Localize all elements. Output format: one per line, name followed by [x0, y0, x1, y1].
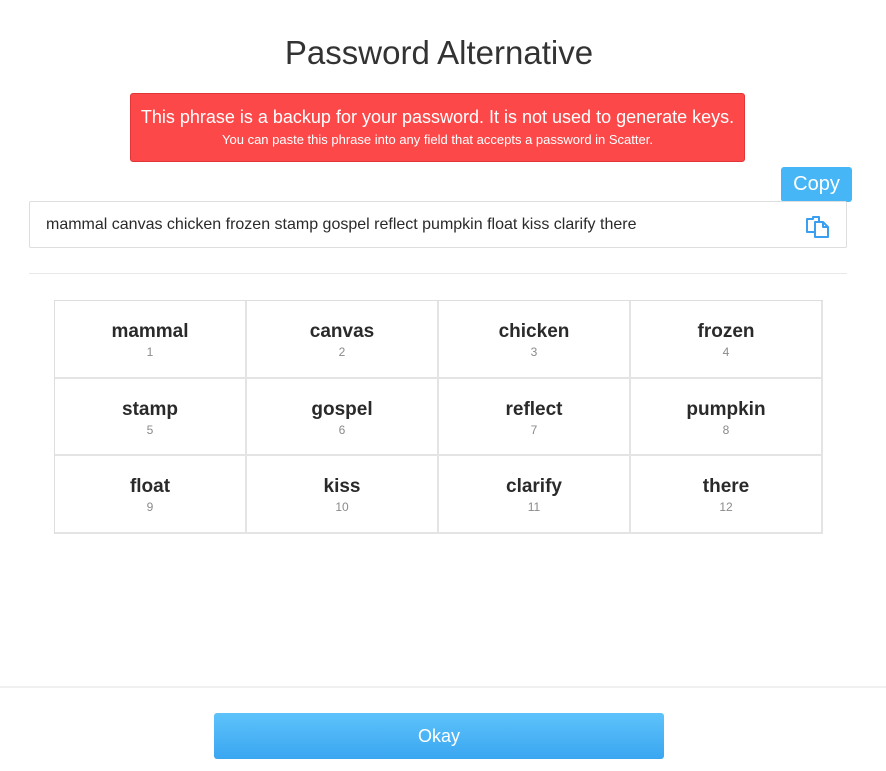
divider	[29, 273, 847, 274]
word-label: pumpkin	[686, 398, 766, 420]
word-label: there	[702, 476, 750, 498]
word-index: 3	[530, 345, 538, 359]
word-label: frozen	[697, 321, 755, 342]
phrase-text: mammal canvas chicken frozen stamp gospe…	[46, 216, 637, 233]
warning-secondary-text: You can paste this phrase into any field…	[222, 132, 653, 147]
word-grid: mammal 1 canvas 2 chicken 3 frozen 4 sta…	[54, 300, 823, 534]
word-cell: pumpkin 8	[631, 378, 823, 457]
word-index: 8	[722, 422, 730, 437]
word-label: kiss	[323, 476, 361, 498]
word-cell: stamp 5	[55, 378, 247, 457]
word-index: 12	[719, 500, 733, 515]
warning-banner: This phrase is a backup for your passwor…	[130, 93, 745, 162]
word-cell: gospel 6	[247, 378, 439, 457]
word-cell: chicken 3	[439, 301, 631, 379]
word-cell: reflect 7	[439, 378, 631, 457]
word-cell: kiss 10	[247, 456, 439, 534]
word-label: clarify	[506, 476, 562, 498]
word-label: mammal	[111, 321, 189, 342]
copy-icon[interactable]	[804, 213, 832, 239]
phrase-field[interactable]: mammal canvas chicken frozen stamp gospe…	[29, 201, 847, 248]
warning-primary-text: This phrase is a backup for your passwor…	[140, 107, 735, 127]
word-cell: mammal 1	[55, 301, 247, 379]
word-cell: there 12	[631, 456, 823, 534]
okay-button[interactable]: Okay	[214, 713, 664, 759]
word-index: 5	[146, 422, 154, 437]
word-cell: canvas 2	[247, 301, 439, 379]
word-index: 1	[146, 345, 154, 359]
copy-button[interactable]: Copy	[781, 167, 852, 202]
word-cell: float 9	[55, 456, 247, 534]
word-label: reflect	[505, 398, 563, 420]
footer-divider	[0, 686, 886, 688]
password-alternative-dialog: Password Alternative This phrase is a ba…	[0, 0, 886, 771]
word-label: stamp	[122, 398, 178, 420]
word-index: 4	[722, 345, 730, 359]
page-title: Password Alternative	[284, 34, 594, 71]
word-index: 11	[527, 500, 541, 515]
word-cell: clarify 11	[439, 456, 631, 534]
word-label: gospel	[311, 398, 373, 420]
word-label: chicken	[498, 321, 570, 342]
word-index: 10	[335, 500, 349, 515]
word-index: 9	[146, 500, 154, 515]
word-cell: frozen 4	[631, 301, 823, 379]
word-label: canvas	[309, 321, 375, 342]
word-index: 6	[338, 422, 346, 437]
word-index: 7	[530, 422, 538, 437]
word-label: float	[129, 476, 171, 498]
word-index: 2	[338, 345, 346, 359]
